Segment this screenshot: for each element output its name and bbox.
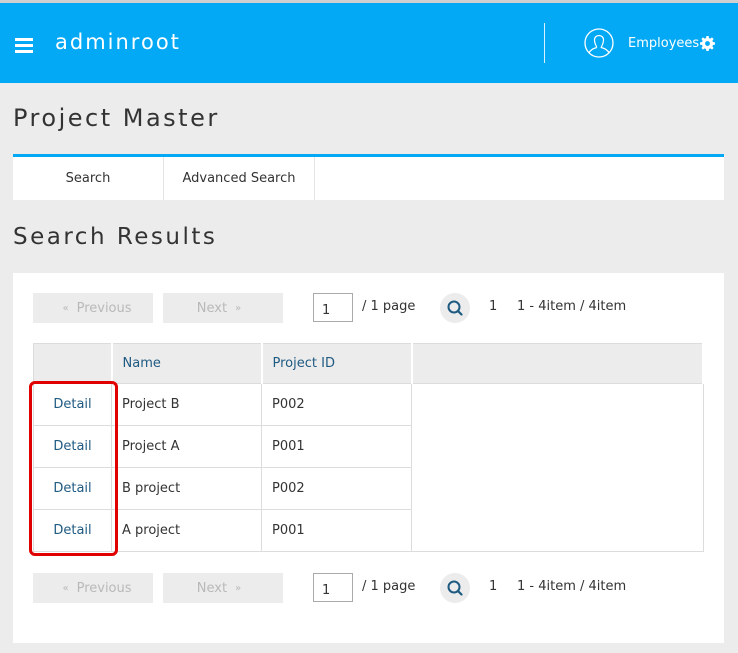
cell-filler <box>411 467 704 510</box>
previous-label: Previous <box>76 300 132 316</box>
table-header-row: Name Project ID <box>33 343 704 384</box>
next-button[interactable]: Next » <box>163 573 283 603</box>
search-icon <box>447 300 463 316</box>
previous-icon: « <box>62 582 69 594</box>
search-tabs: Search Advanced Search <box>13 154 724 200</box>
cell-filler <box>411 383 704 426</box>
detail-link[interactable]: Detail <box>33 467 112 510</box>
cell-name: B project <box>111 467 262 510</box>
tab-search[interactable]: Search <box>13 157 164 200</box>
navbar-divider <box>544 23 545 63</box>
page-search-button[interactable] <box>440 573 470 603</box>
column-header-name[interactable]: Name <box>111 343 263 384</box>
page-number-input[interactable] <box>313 573 353 602</box>
cell-project-id: P002 <box>261 383 412 426</box>
item-range: 1 - 4item / 4item <box>517 579 627 594</box>
cell-name: A project <box>111 509 262 552</box>
results-table: Name Project ID Detail Project B P002 De… <box>33 343 704 552</box>
cell-filler <box>411 425 704 468</box>
search-icon <box>447 580 463 596</box>
page-total: / 1 page <box>362 579 416 594</box>
page-total: / 1 page <box>362 299 416 314</box>
cell-project-id: P001 <box>261 509 412 552</box>
cell-filler <box>411 509 704 552</box>
page-number-input[interactable] <box>313 293 353 322</box>
tab-advanced-search[interactable]: Advanced Search <box>164 157 315 200</box>
current-page: 1 <box>489 299 498 314</box>
column-header-project-id[interactable]: Project ID <box>261 343 413 384</box>
cell-name: Project A <box>111 425 262 468</box>
results-panel: « Previous Next » / 1 page 1 1 - 4item / 4… <box>13 273 724 643</box>
hamburger-menu-icon[interactable] <box>15 38 33 54</box>
previous-label: Previous <box>76 580 132 596</box>
detail-link[interactable]: Detail <box>33 383 112 426</box>
next-button[interactable]: Next » <box>163 293 283 323</box>
cell-project-id: P002 <box>261 467 412 510</box>
next-icon: » <box>235 582 242 594</box>
current-page: 1 <box>489 579 498 594</box>
search-results-title: Search Results <box>13 224 218 250</box>
cell-project-id: P001 <box>261 425 412 468</box>
table-row: Detail B project P002 <box>33 467 704 510</box>
pager-top: « Previous Next » / 1 page 1 1 - 4item / 4… <box>33 293 673 323</box>
page-title: Project Master <box>13 104 220 132</box>
user-avatar-icon[interactable] <box>584 28 614 58</box>
table-row: Detail A project P001 <box>33 509 704 552</box>
page-search-button[interactable] <box>440 293 470 323</box>
detail-link[interactable]: Detail <box>33 425 112 468</box>
next-label: Next <box>196 580 228 596</box>
item-range: 1 - 4item / 4item <box>517 299 627 314</box>
table-row: Detail Project A P001 <box>33 425 704 468</box>
column-header-filler <box>411 343 704 384</box>
detail-link[interactable]: Detail <box>33 509 112 552</box>
table-row: Detail Project B P002 <box>33 383 704 426</box>
user-menu-label[interactable]: Employees <box>628 36 699 51</box>
previous-icon: « <box>62 302 69 314</box>
previous-button[interactable]: « Previous <box>33 573 153 603</box>
pager-bottom: « Previous Next » / 1 page 1 1 - 4item / 4… <box>33 573 673 603</box>
app-title: adminroot <box>55 30 181 54</box>
next-icon: » <box>235 302 242 314</box>
cell-name: Project B <box>111 383 262 426</box>
top-navbar: adminroot Employees <box>0 3 738 83</box>
next-label: Next <box>196 300 228 316</box>
previous-button[interactable]: « Previous <box>33 293 153 323</box>
gear-icon[interactable] <box>700 36 715 51</box>
column-header-action <box>33 343 113 384</box>
